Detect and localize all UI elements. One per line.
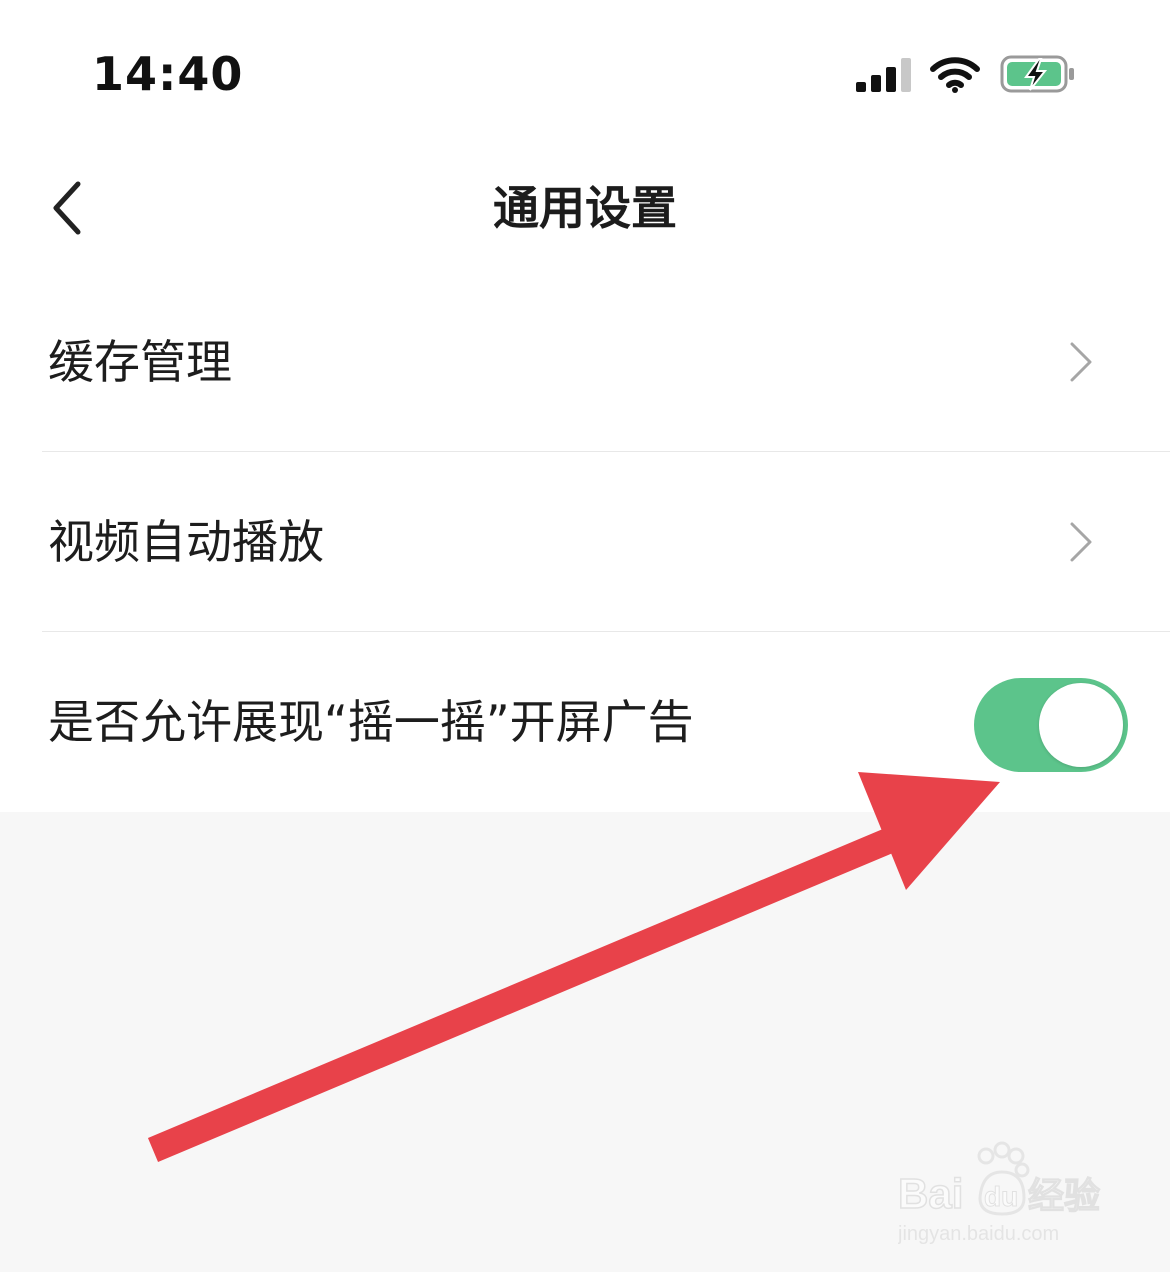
baidu-watermark-logo: Bai du 经验 jingyan.baidu.com <box>898 1141 1101 1245</box>
status-time: 14:40 <box>92 47 244 101</box>
svg-text:du: du <box>984 1181 1018 1212</box>
setting-row-cache[interactable]: 缓存管理 <box>0 272 1170 452</box>
svg-text:jingyan.baidu.com: jingyan.baidu.com <box>898 1223 1059 1245</box>
settings-list: 缓存管理 视频自动播放 是否允许展现“摇一摇”开屏广告 <box>0 272 1170 812</box>
setting-row-shake-ad: 是否允许展现“摇一摇”开屏广告 <box>0 632 1170 812</box>
setting-label: 是否允许展现“摇一摇”开屏广告 <box>48 695 694 749</box>
chevron-right-icon <box>1070 522 1092 562</box>
setting-row-video-autoplay[interactable]: 视频自动播放 <box>0 452 1170 632</box>
chevron-right-icon <box>1070 342 1092 382</box>
wifi-icon <box>930 57 980 93</box>
battery-charging-icon <box>1000 55 1074 93</box>
signal-icon <box>856 58 911 92</box>
page-title: 通用设置 <box>493 181 677 235</box>
shake-ad-toggle[interactable] <box>974 678 1128 772</box>
toggle-knob <box>1039 683 1123 767</box>
setting-label: 视频自动播放 <box>48 515 324 569</box>
svg-text:经验: 经验 <box>1028 1176 1100 1217</box>
svg-text:Bai: Bai <box>898 1170 963 1217</box>
setting-label: 缓存管理 <box>48 335 232 389</box>
